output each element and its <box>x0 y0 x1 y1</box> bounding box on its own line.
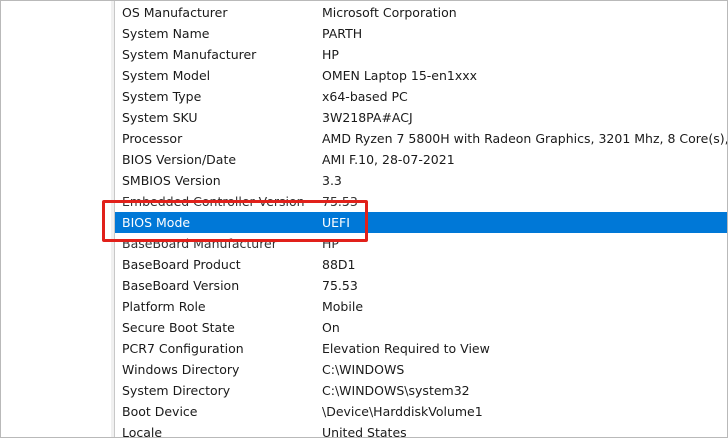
item-value: PARTH <box>322 26 363 41</box>
item-value: AMI F.10, 28-07-2021 <box>322 152 455 167</box>
item-label: System SKU <box>122 110 198 125</box>
list-row-system-sku[interactable]: System SKU 3W218PA#ACJ <box>115 107 727 128</box>
list-row-system-model[interactable]: System Model OMEN Laptop 15-en1xxx <box>115 65 727 86</box>
list-row-baseboard-manufacturer[interactable]: BaseBoard Manufacturer HP <box>115 233 727 254</box>
item-value: 75.53 <box>322 278 358 293</box>
item-label: Processor <box>122 131 183 146</box>
list-row-baseboard-product[interactable]: BaseBoard Product 88D1 <box>115 254 727 275</box>
list-row-boot-device[interactable]: Boot Device \Device\HarddiskVolume1 <box>115 401 727 422</box>
item-value: Mobile <box>322 299 364 314</box>
list-row-baseboard-version[interactable]: BaseBoard Version 75.53 <box>115 275 727 296</box>
item-value: 3W218PA#ACJ <box>322 110 413 125</box>
system-information-window: OS Manufacturer Microsoft Corporation Sy… <box>0 0 728 438</box>
item-value: x64-based PC <box>322 89 408 104</box>
item-label: System Model <box>122 68 211 83</box>
item-value: UEFI <box>322 215 350 230</box>
item-label: BaseBoard Manufacturer <box>122 236 277 251</box>
list-row-system-manufacturer[interactable]: System Manufacturer HP <box>115 44 727 65</box>
item-label: BaseBoard Product <box>122 257 241 272</box>
item-label: Boot Device <box>122 404 198 419</box>
item-label: Secure Boot State <box>122 320 235 335</box>
list-row-system-name[interactable]: System Name PARTH <box>115 23 727 44</box>
item-label: System Name <box>122 26 210 41</box>
item-label: System Manufacturer <box>122 47 257 62</box>
item-label: BaseBoard Version <box>122 278 240 293</box>
item-value: 75.53 <box>322 194 358 209</box>
item-value: Elevation Required to View <box>322 341 490 356</box>
list-row-os-manufacturer[interactable]: OS Manufacturer Microsoft Corporation <box>115 2 727 23</box>
list-row-smbios-version[interactable]: SMBIOS Version 3.3 <box>115 170 727 191</box>
item-value: AMD Ryzen 7 5800H with Radeon Graphics, … <box>322 131 727 146</box>
list-row-secure-boot-state[interactable]: Secure Boot State On <box>115 317 727 338</box>
item-value: HP <box>322 47 339 62</box>
item-label: System Type <box>122 89 202 104</box>
item-label: PCR7 Configuration <box>122 341 244 356</box>
system-summary-list[interactable]: OS Manufacturer Microsoft Corporation Sy… <box>115 1 727 438</box>
item-value: Microsoft Corporation <box>322 5 457 20</box>
list-row-system-directory[interactable]: System Directory C:\WINDOWS\system32 <box>115 380 727 401</box>
item-label: Windows Directory <box>122 362 240 377</box>
list-row-bios-mode[interactable]: BIOS Mode UEFI <box>115 212 727 233</box>
item-value: On <box>322 320 340 335</box>
item-label: SMBIOS Version <box>122 173 221 188</box>
item-label: BIOS Mode <box>122 215 191 230</box>
item-value: HP <box>322 236 339 251</box>
item-label: OS Manufacturer <box>122 5 228 20</box>
item-value: 88D1 <box>322 257 356 272</box>
list-row-pcr7-configuration[interactable]: PCR7 Configuration Elevation Required to… <box>115 338 727 359</box>
item-value: 3.3 <box>322 173 342 188</box>
category-tree-pane[interactable] <box>1 1 112 437</box>
item-label: BIOS Version/Date <box>122 152 237 167</box>
list-row-bios-version-date[interactable]: BIOS Version/Date AMI F.10, 28-07-2021 <box>115 149 727 170</box>
list-row-locale[interactable]: Locale United States <box>115 422 727 438</box>
item-value: \Device\HarddiskVolume1 <box>322 404 483 419</box>
list-row-windows-directory[interactable]: Windows Directory C:\WINDOWS <box>115 359 727 380</box>
item-value: C:\WINDOWS\system32 <box>322 383 470 398</box>
list-row-embedded-controller-version[interactable]: Embedded Controller Version 75.53 <box>115 191 727 212</box>
item-label: Embedded Controller Version <box>122 194 305 209</box>
list-row-processor[interactable]: Processor AMD Ryzen 7 5800H with Radeon … <box>115 128 727 149</box>
item-value: C:\WINDOWS <box>322 362 405 377</box>
item-value: OMEN Laptop 15-en1xxx <box>322 68 478 83</box>
list-row-system-type[interactable]: System Type x64-based PC <box>115 86 727 107</box>
item-label: System Directory <box>122 383 231 398</box>
list-row-platform-role[interactable]: Platform Role Mobile <box>115 296 727 317</box>
item-value: United States <box>322 425 407 438</box>
item-label: Locale <box>122 425 163 438</box>
item-label: Platform Role <box>122 299 206 314</box>
